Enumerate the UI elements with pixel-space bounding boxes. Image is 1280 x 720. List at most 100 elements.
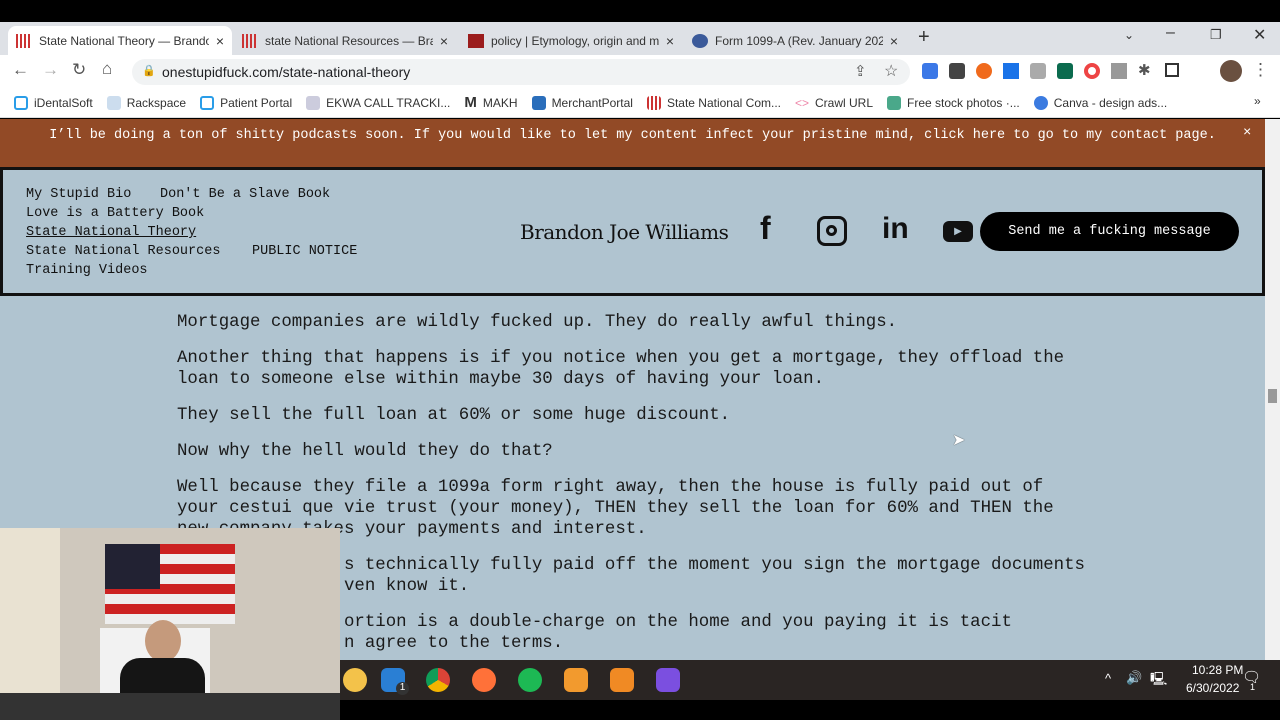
bookmarks-bar: iDentalSoft Rackspace Patient Portal EKW… bbox=[0, 88, 1280, 118]
tab-state-national-resources[interactable]: state National Resources — Brandon Joe W… bbox=[234, 26, 456, 55]
site-brand[interactable]: Brandon Joe Williams bbox=[520, 220, 729, 244]
more-bookmarks-button[interactable]: » bbox=[1254, 94, 1261, 108]
restore-button[interactable]: ❐ bbox=[1210, 27, 1222, 43]
paragraph: Now why the hell would they do that? bbox=[177, 442, 553, 461]
mail-icon bbox=[106, 95, 121, 110]
extension-icon[interactable] bbox=[1111, 63, 1127, 79]
bookmark-label: EKWA CALL TRACKI... bbox=[326, 95, 451, 110]
color-picker-icon[interactable] bbox=[1003, 63, 1019, 79]
bookmark-icon bbox=[646, 95, 661, 110]
bookmark-item[interactable]: <> Crawl URL bbox=[795, 96, 873, 110]
firefox-icon[interactable] bbox=[472, 668, 496, 692]
tab-search-icon[interactable]: ⌄ bbox=[1124, 28, 1134, 42]
nav-state-national-resources[interactable]: State National Resources bbox=[26, 244, 220, 259]
nav-public-notice[interactable]: PUBLIC NOTICE bbox=[252, 244, 357, 259]
r-app-icon[interactable] bbox=[564, 668, 588, 692]
banner-close-button[interactable]: × bbox=[1243, 126, 1251, 141]
youtube-icon[interactable]: ▶ bbox=[943, 221, 973, 242]
bookmark-label: Patient Portal bbox=[220, 95, 293, 110]
windows-taskbar: 1 ^ 🔊 🖳 10:28 PM 6/30/2022 🗨 1 bbox=[340, 660, 1280, 700]
linkedin-icon[interactable]: in bbox=[882, 212, 909, 246]
extension-icon[interactable] bbox=[949, 63, 965, 79]
new-tab-button[interactable]: + bbox=[918, 26, 930, 49]
puzzle-icon[interactable]: ✱ bbox=[1138, 63, 1154, 79]
bookmark-item[interactable]: Canva - design ads... bbox=[1033, 95, 1167, 110]
mouse-cursor-icon: ➤ bbox=[952, 432, 966, 449]
tab-strip: State National Theory — Brandon Joe Will… bbox=[0, 22, 1280, 55]
nav-my-stupid-bio[interactable]: My Stupid Bio bbox=[26, 187, 131, 202]
weather-icon[interactable] bbox=[343, 668, 367, 692]
bookmark-label: MerchantPortal bbox=[551, 95, 633, 110]
streamer bbox=[145, 620, 181, 662]
instagram-icon[interactable] bbox=[817, 216, 847, 246]
volume-icon[interactable]: 🔊 bbox=[1126, 670, 1142, 686]
close-tab-icon[interactable]: × bbox=[440, 33, 448, 49]
close-tab-icon[interactable]: × bbox=[890, 33, 898, 49]
code-icon: <> bbox=[795, 95, 810, 110]
address-bar[interactable]: 🔒 onestupidfuck.com/state-national-theor… bbox=[132, 59, 910, 85]
tray-chevron-icon[interactable]: ^ bbox=[1105, 671, 1111, 686]
extension-icon[interactable] bbox=[1084, 63, 1100, 79]
menu-icon[interactable]: ⋮ bbox=[1252, 60, 1269, 80]
tab-title: policy | Etymology, origin and meaning bbox=[491, 33, 659, 48]
bookmark-label: iDentalSoft bbox=[34, 95, 93, 110]
extension-icon[interactable] bbox=[922, 63, 938, 79]
close-tab-icon[interactable]: × bbox=[666, 33, 674, 49]
bookmark-item[interactable]: Patient Portal bbox=[200, 95, 293, 110]
site-favicon-icon bbox=[242, 33, 258, 48]
forward-icon[interactable]: → bbox=[42, 60, 59, 80]
bookmark-label: MAKH bbox=[482, 95, 518, 110]
facebook-icon[interactable]: f bbox=[760, 210, 771, 247]
extension-icon[interactable] bbox=[1057, 63, 1073, 79]
url-text: onestupidfuck.com/state-national-theory bbox=[162, 64, 411, 80]
close-window-button[interactable]: ✕ bbox=[1253, 25, 1266, 45]
page-scrollbar[interactable] bbox=[1265, 119, 1280, 660]
minimize-button[interactable]: – bbox=[1166, 24, 1175, 42]
back-icon[interactable]: ← bbox=[12, 60, 29, 80]
extension-icon[interactable] bbox=[976, 63, 992, 79]
bookmark-item[interactable]: Free stock photos ·... bbox=[887, 95, 1020, 110]
network-icon[interactable]: 🖳 bbox=[1150, 670, 1167, 692]
nav-love-is-a-battery-book[interactable]: Love is a Battery Book bbox=[26, 206, 204, 221]
clock-date[interactable]: 6/30/2022 bbox=[1186, 681, 1239, 695]
bookmark-item[interactable]: iDentalSoft bbox=[14, 95, 93, 110]
m-logo-icon: M bbox=[464, 94, 477, 111]
scrollbar-thumb[interactable] bbox=[1268, 389, 1277, 403]
spotify-icon[interactable] bbox=[518, 668, 542, 692]
bookmark-star-icon[interactable]: ☆ bbox=[884, 61, 898, 81]
paragraph: They sell the full loan at 60% or some h… bbox=[177, 406, 731, 425]
tab-form-1099a[interactable]: Form 1099-A (Rev. January 2022) × bbox=[684, 26, 906, 55]
screen-recorder-icon[interactable] bbox=[656, 668, 680, 692]
send-message-button[interactable]: Send me a fucking message bbox=[980, 212, 1239, 251]
side-panel-icon[interactable] bbox=[1165, 63, 1179, 77]
extensions-bar: ✱ bbox=[922, 63, 1179, 79]
extension-icon[interactable] bbox=[1030, 63, 1046, 79]
webcam-overlay bbox=[0, 528, 340, 720]
announcement-banner[interactable]: I’ll be doing a ton of shitty podcasts s… bbox=[0, 119, 1265, 167]
canva-icon bbox=[1033, 95, 1048, 110]
bookmark-item[interactable]: EKWA CALL TRACKI... bbox=[306, 95, 451, 110]
lock-icon: 🔒 bbox=[142, 65, 156, 77]
chrome-icon[interactable] bbox=[426, 668, 450, 692]
banner-text[interactable]: I’ll be doing a ton of shitty podcasts s… bbox=[49, 128, 1216, 143]
home-icon[interactable]: ⌂ bbox=[102, 59, 112, 79]
tab-state-national-theory[interactable]: State National Theory — Brandon Joe Will… bbox=[8, 26, 232, 55]
nav-state-national-theory[interactable]: State National Theory bbox=[26, 225, 196, 240]
site-header: My Stupid Bio Don't Be a Slave Book Love… bbox=[0, 167, 1265, 296]
paragraph: Mortgage companies are wildly fucked up.… bbox=[177, 313, 898, 332]
bookmark-item[interactable]: M MAKH bbox=[464, 94, 517, 111]
share-icon[interactable]: ⇪ bbox=[854, 62, 867, 80]
nav-training-videos[interactable]: Training Videos bbox=[26, 263, 148, 278]
clock-time[interactable]: 10:28 PM bbox=[1192, 663, 1243, 677]
pdf-app-icon[interactable] bbox=[610, 668, 634, 692]
reload-icon[interactable]: ↻ bbox=[72, 60, 86, 80]
profile-avatar[interactable] bbox=[1220, 60, 1242, 82]
bookmark-item[interactable]: Rackspace bbox=[106, 95, 186, 110]
bookmark-item[interactable]: State National Com... bbox=[646, 95, 781, 110]
nav-dont-be-a-slave-book[interactable]: Don't Be a Slave Book bbox=[160, 187, 330, 202]
bookmark-item[interactable]: MerchantPortal bbox=[531, 95, 633, 110]
tab-etymology[interactable]: policy | Etymology, origin and meaning × bbox=[460, 26, 682, 55]
bookmark-icon bbox=[887, 95, 902, 110]
etymonline-favicon-icon bbox=[468, 33, 484, 48]
close-tab-icon[interactable]: × bbox=[216, 33, 224, 49]
